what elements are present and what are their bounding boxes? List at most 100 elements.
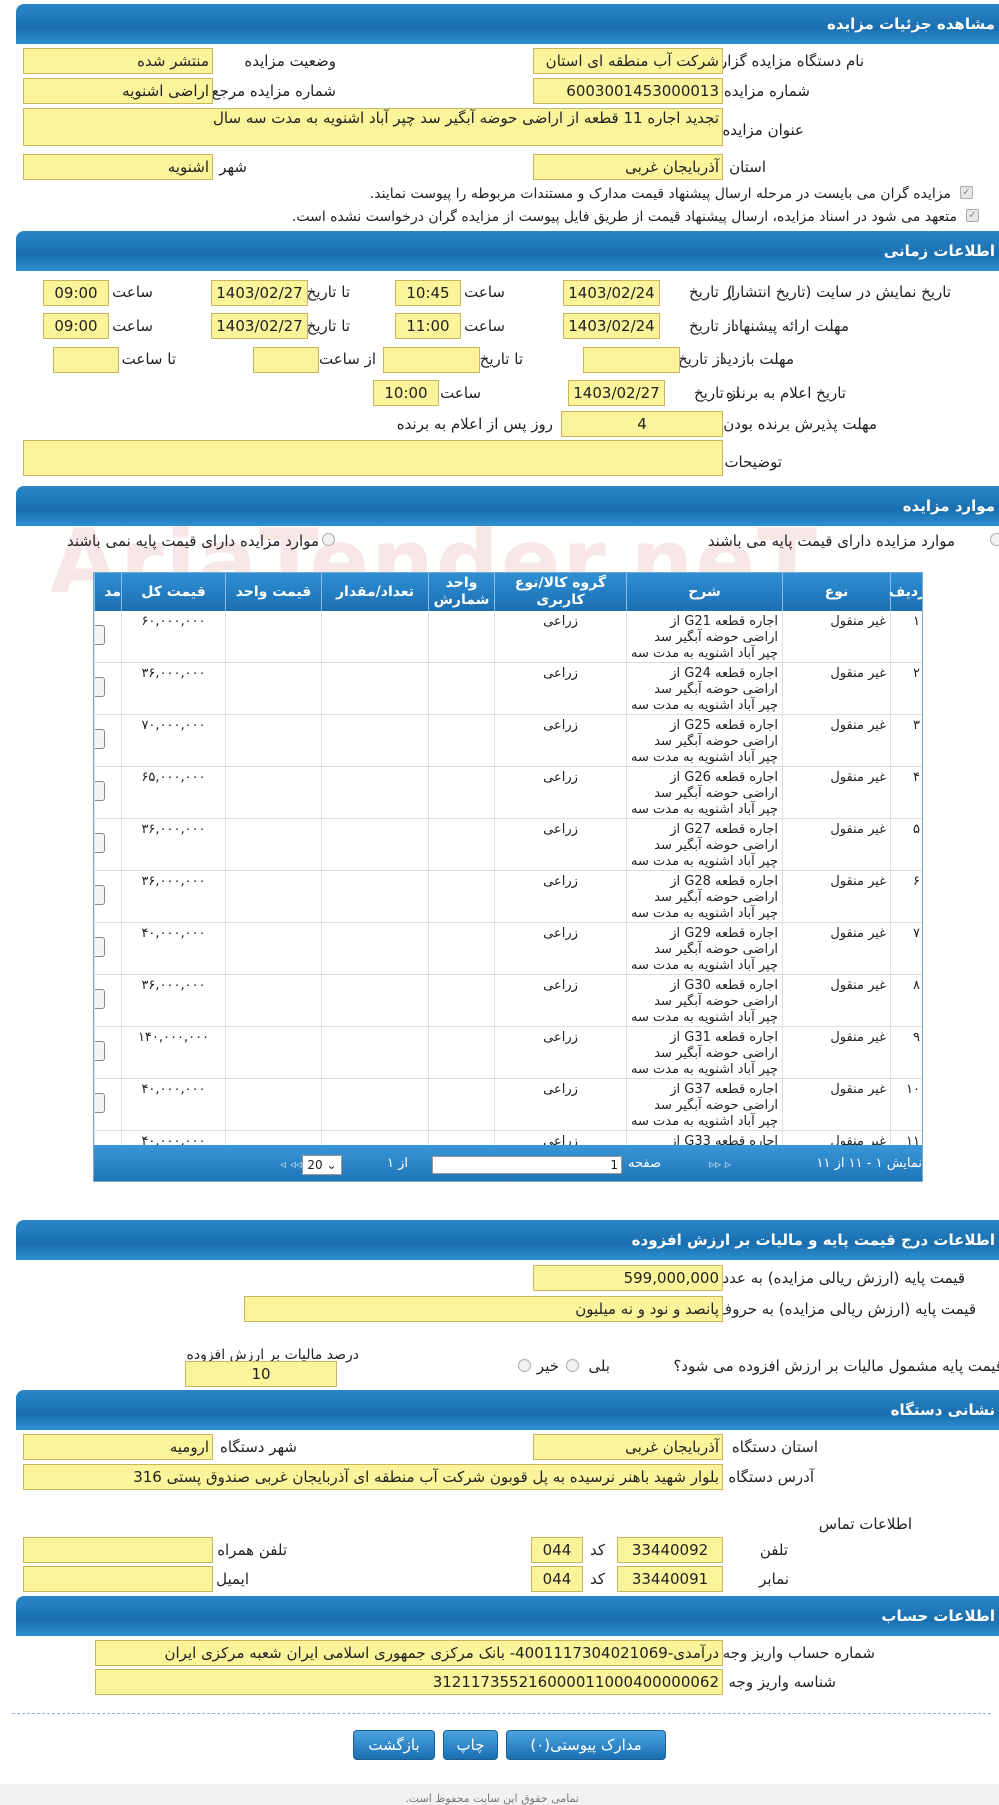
winner-date: 1403/02/27 [568, 380, 665, 406]
city-label: شهر [219, 158, 247, 176]
number-label: شماره مزایده [723, 82, 810, 100]
publish-from-date: 1403/02/24 [563, 280, 660, 306]
cell-desc: اجاره قطعه G37 از اراضی حوضه آبگیر سد چپ… [626, 1079, 782, 1131]
publish-from-time-label: ساعت [464, 283, 505, 301]
back-button[interactable]: بازگشت [353, 1730, 435, 1760]
cell-row: ۶ [890, 871, 922, 923]
cell-qty [321, 663, 428, 715]
vat-question: قیمت پایه مشمول مالیات بر ارزش افزوده می… [673, 1357, 999, 1375]
email-field [23, 1566, 213, 1592]
cell-desc: اجاره قطعه G25 از اراضی حوضه آبگیر سد چپ… [626, 715, 782, 767]
col-total: قیمت کل [121, 573, 225, 611]
cell-unit [428, 715, 494, 767]
cell-row: ۸ [890, 975, 922, 1027]
row-edit-button[interactable] [95, 1093, 105, 1113]
cell-unit-price [225, 819, 321, 871]
visit-from-date[interactable] [583, 347, 680, 373]
visit-from-time[interactable] [253, 347, 319, 373]
footer-copyright: تمامی حقوق این سایت محفوظ است. [405, 1792, 579, 1805]
cell-desc: اجاره قطعه G26 از اراضی حوضه آبگیر سد چپ… [626, 767, 782, 819]
base-text-field: پانصد و نود و نه میلیون [244, 1296, 723, 1322]
no-file-offer-checkbox: ✓ [966, 209, 979, 222]
phone-code-label: کد [589, 1541, 605, 1559]
radio-without-base-price[interactable] [322, 533, 335, 546]
phone-field: 33440092 [617, 1537, 723, 1563]
cell-unit [428, 767, 494, 819]
cell-desc: اجاره قطعه G31 از اراضی حوضه آبگیر سد چپ… [626, 1027, 782, 1079]
publish-to-label: تا تاریخ [306, 283, 350, 301]
table-row: ۱۰ غیر منقول اجاره قطعه G37 از اراضی حوضه … [94, 1079, 922, 1131]
winner-from-label: از تاریخ [693, 384, 740, 402]
vat-no-radio[interactable] [518, 1359, 531, 1372]
offer-from-time: 11:00 [395, 313, 461, 339]
publish-to-time: 09:00 [43, 280, 109, 306]
table-row: ۳ غیر منقول اجاره قطعه G25 از اراضی حوضه آ… [94, 715, 922, 767]
cell-unit-price [225, 663, 321, 715]
pager-prev-icons[interactable]: ◃◃ ◃ [280, 1154, 302, 1174]
row-edit-button[interactable] [95, 833, 105, 853]
ref-label: شماره مزایده مرجع [211, 82, 336, 100]
province-field: آذربایجان غربی [533, 154, 723, 180]
col-desc: شرح [626, 573, 782, 611]
cell-extra [94, 715, 121, 767]
grid-header: ردیف نوع شرح گروه کالا/نوع کاربری واحد ش… [94, 573, 922, 611]
phone-code-field: 044 [531, 1537, 583, 1563]
col-unit-price: قیمت واحد [225, 573, 321, 611]
row-edit-button[interactable] [95, 937, 105, 957]
pager-next-icons[interactable]: ▹ ▹▹ [709, 1154, 731, 1174]
publish-from-time: 10:45 [395, 280, 461, 306]
cell-extra [94, 923, 121, 975]
attachments-button[interactable]: مدارک پیوستی(۰) [506, 1730, 666, 1760]
visit-to-time-label: تا ساعت [121, 350, 176, 368]
ref-field: اراضی اشنویه [23, 78, 213, 104]
row-edit-button[interactable] [95, 729, 105, 749]
offer-from-date: 1403/02/24 [563, 313, 660, 339]
row-edit-button[interactable] [95, 885, 105, 905]
cell-total: ۴۰,۰۰۰,۰۰۰ [121, 923, 225, 975]
row-edit-button[interactable] [95, 677, 105, 697]
winner-label: تاریخ اعلام به برنده [725, 384, 846, 402]
offer-to-label: تا تاریخ [306, 317, 350, 335]
title-label: عنوان مزایده [722, 121, 804, 139]
visit-to-date[interactable] [383, 347, 480, 373]
section-header-timing: اطلاعات زمانی [16, 231, 999, 271]
offer-to-date: 1403/02/27 [211, 313, 308, 339]
cell-type: غیر منقول [782, 923, 890, 975]
cell-qty [321, 819, 428, 871]
org-field: شرکت آب منطقه ای استان [533, 48, 723, 74]
cell-group: زراعی [494, 663, 626, 715]
cell-row: ۱ [890, 611, 922, 663]
visit-to-time[interactable] [53, 347, 119, 373]
row-edit-button[interactable] [95, 989, 105, 1009]
page-input[interactable]: 1 [432, 1156, 622, 1174]
dev-city-label: شهر دستگاه [219, 1438, 297, 1456]
page-size-select[interactable]: 20 ⌄ [302, 1155, 342, 1175]
fax-field: 33440091 [617, 1566, 723, 1592]
cell-desc: اجاره قطعه G21 از اراضی حوضه آبگیر سد چپ… [626, 611, 782, 663]
base-text-label: قیمت پایه (ارزش ریالی مزایده) به حروف [716, 1300, 976, 1318]
vat-yes-radio[interactable] [566, 1359, 579, 1372]
status-label: وضعیت مزایده [244, 52, 336, 70]
radio-with-base-price[interactable] [990, 533, 999, 546]
grid-footer: نمایش ۱ - ۱۱ از ۱۱ ◃◃ ◃ ▹ ▹▹ صفحه 1 از ۱… [94, 1145, 922, 1181]
publish-label: تاریخ نمایش در سایت (تاریخ انتشار) [727, 283, 951, 301]
cell-group: زراعی [494, 1079, 626, 1131]
cell-desc: اجاره قطعه G24 از اراضی حوضه آبگیر سد چپ… [626, 663, 782, 715]
cell-desc: اجاره قطعه G30 از اراضی حوضه آبگیر سد چپ… [626, 975, 782, 1027]
cell-type: غیر منقول [782, 819, 890, 871]
cell-total: ۷۰,۰۰۰,۰۰۰ [121, 715, 225, 767]
cell-type: غیر منقول [782, 715, 890, 767]
items-grid: ردیف نوع شرح گروه کالا/نوع کاربری واحد ش… [93, 572, 923, 1182]
row-edit-button[interactable] [95, 625, 105, 645]
print-button[interactable]: چاپ [443, 1730, 498, 1760]
col-unit: واحد شمارش [428, 573, 494, 611]
row-edit-button[interactable] [95, 781, 105, 801]
cell-unit [428, 975, 494, 1027]
dev-address-field: بلوار شهید باهنر نرسیده به پل قوبون شرکت… [23, 1464, 723, 1490]
accept-label: مهلت پذیرش برنده بودن [723, 415, 877, 433]
dev-address-label: آدرس دستگاه [728, 1468, 814, 1486]
fax-code-label: کد [589, 1570, 605, 1588]
check2-label: متعهد می شود در اسناد مزایده، ارسال پیشن… [291, 209, 957, 225]
desc-field [23, 440, 723, 476]
row-edit-button[interactable] [95, 1041, 105, 1061]
